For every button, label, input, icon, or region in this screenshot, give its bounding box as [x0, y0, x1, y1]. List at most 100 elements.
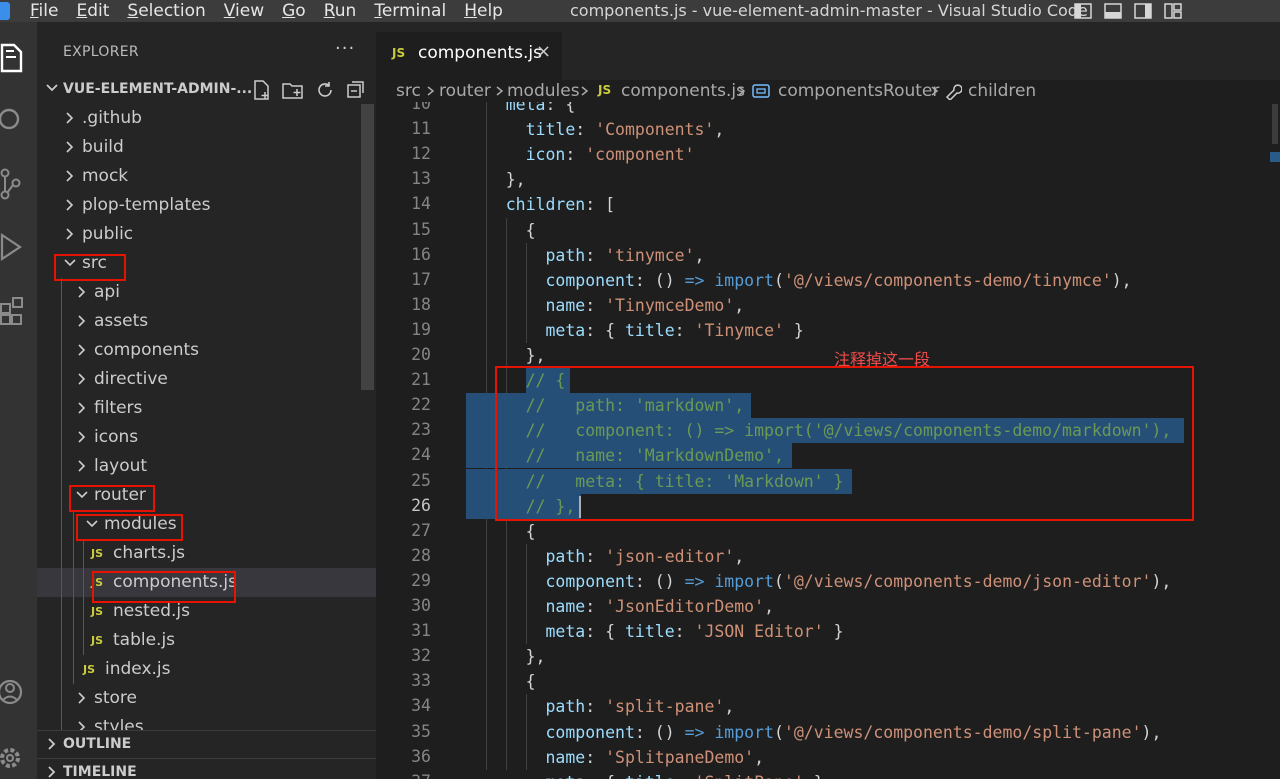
tree-item-components[interactable]: components	[37, 336, 376, 365]
code-line[interactable]: {	[466, 669, 536, 694]
collapse-all-icon[interactable]	[345, 79, 367, 101]
new-folder-icon[interactable]	[282, 79, 304, 101]
code-line[interactable]: path: 'split-pane',	[466, 694, 734, 719]
tree-item-mock[interactable]: mock	[37, 162, 376, 191]
code-editor[interactable]: 10 11 12 13 14 15 16 17 18 19 20 21 22 23 24 25 26 27 28 29…	[376, 102, 1270, 779]
toggle-secondary-sidebar-icon[interactable]	[1132, 1, 1154, 21]
menu-terminal[interactable]: Terminal	[374, 0, 446, 22]
tree-item--github[interactable]: .github	[37, 104, 376, 133]
code-line[interactable]: },	[466, 343, 546, 368]
code-line[interactable]: name: 'JsonEditorDemo',	[466, 594, 774, 619]
code-line[interactable]: // component: () => import('@/views/comp…	[466, 418, 1172, 443]
code-line[interactable]: meta: {	[466, 102, 576, 117]
code-line[interactable]: // path: 'markdown',	[466, 393, 745, 418]
breadcrumb-src[interactable]: src	[396, 80, 421, 102]
explorer-icon[interactable]	[0, 38, 37, 78]
search-icon[interactable]	[0, 100, 37, 140]
code-line[interactable]: children: [	[466, 192, 615, 217]
account-icon[interactable]	[0, 672, 37, 712]
code-line[interactable]: title: 'Components',	[466, 117, 725, 142]
refresh-icon[interactable]	[314, 79, 336, 101]
line-number: 35	[411, 721, 431, 741]
tree-item-api[interactable]: api	[37, 278, 376, 307]
tab-components-js[interactable]: JS components.js ×	[376, 32, 562, 80]
breadcrumb-modules[interactable]: modules	[507, 80, 580, 102]
tree-item-components-js[interactable]: JS components.js	[37, 568, 376, 597]
project-header[interactable]: VUE-ELEMENT-ADMIN-...	[37, 78, 376, 102]
code-line[interactable]: // },	[466, 494, 576, 519]
settings-gear-icon[interactable]	[0, 738, 37, 778]
chevron-down-icon	[86, 520, 98, 528]
sidebar-scrollbar[interactable]	[361, 104, 374, 390]
js-file-icon: JS	[91, 605, 104, 618]
more-actions-button[interactable]: ···	[335, 38, 355, 59]
menu-help[interactable]: Help	[464, 0, 503, 22]
new-file-icon[interactable]	[251, 79, 273, 101]
code-line[interactable]: component: () => import('@/views/compone…	[466, 720, 1161, 745]
code-line[interactable]: path: 'tinymce',	[466, 243, 704, 268]
code-line[interactable]: {	[466, 519, 536, 544]
code-line[interactable]: component: () => import('@/views/compone…	[466, 268, 1131, 293]
breadcrumb-router[interactable]: router	[439, 80, 491, 102]
code-line[interactable]: // name: 'MarkdownDemo',	[466, 443, 784, 468]
tree-item-label: api	[94, 282, 120, 302]
extensions-icon[interactable]	[0, 292, 37, 332]
breadcrumb-property[interactable]: children	[968, 80, 1036, 102]
source-control-icon[interactable]	[0, 164, 37, 204]
tree-item-filters[interactable]: filters	[37, 394, 376, 423]
tree-item-directive[interactable]: directive	[37, 365, 376, 394]
timeline-panel-header[interactable]: TIMELINE	[37, 758, 376, 779]
tree-item-assets[interactable]: assets	[37, 307, 376, 336]
code-line[interactable]: icon: 'component'	[466, 142, 695, 167]
tree-item-router[interactable]: router	[37, 481, 376, 510]
tree-item-build[interactable]: build	[37, 133, 376, 162]
tree-item-charts-js[interactable]: JS charts.js	[37, 539, 376, 568]
toggle-panel-icon[interactable]	[1102, 1, 1124, 21]
code-line[interactable]: meta: { title: 'SplitPane' }	[466, 770, 823, 779]
tree-item-store[interactable]: store	[37, 684, 376, 713]
code-line[interactable]: // meta: { title: 'Markdown' }	[466, 469, 844, 494]
tree-item-public[interactable]: public	[37, 220, 376, 249]
code-line[interactable]: meta: { title: 'Tinymce' }	[466, 318, 803, 343]
toggle-primary-sidebar-icon[interactable]	[1072, 1, 1094, 21]
code-token: {	[466, 521, 536, 541]
breadcrumb-file[interactable]: components.js	[621, 80, 745, 102]
tree-item-modules[interactable]: modules	[37, 510, 376, 539]
tree-item-label: router	[94, 485, 146, 505]
code-line[interactable]: },	[466, 644, 546, 669]
menu-file[interactable]: File	[30, 0, 58, 22]
tree-item-plop-templates[interactable]: plop-templates	[37, 191, 376, 220]
code-line[interactable]: component: () => import('@/views/compone…	[466, 569, 1171, 594]
code-line[interactable]: meta: { title: 'JSON Editor' }	[466, 619, 843, 644]
code-line[interactable]: name: 'SplitpaneDemo',	[466, 745, 764, 770]
breadcrumb-symbol[interactable]: componentsRouter	[778, 80, 939, 102]
menu-run[interactable]: Run	[324, 0, 357, 22]
editor-scrollbar[interactable]	[1270, 102, 1280, 779]
menu-selection[interactable]: Selection	[127, 0, 205, 22]
code-token: :	[674, 320, 695, 340]
close-icon[interactable]: ×	[536, 41, 551, 62]
tree-item-layout[interactable]: layout	[37, 452, 376, 481]
tree-item-icons[interactable]: icons	[37, 423, 376, 452]
tree-item-index-js[interactable]: JS index.js	[37, 655, 376, 684]
outline-panel-header[interactable]: OUTLINE	[37, 730, 376, 756]
menu-view[interactable]: View	[224, 0, 264, 22]
indent-guide	[61, 539, 62, 568]
menu-go[interactable]: Go	[282, 0, 306, 22]
code-line[interactable]: name: 'TinymceDemo',	[466, 293, 744, 318]
customize-layout-icon[interactable]	[1162, 1, 1184, 21]
chevron-right-icon	[581, 86, 589, 96]
code-line[interactable]: // {	[466, 368, 566, 393]
run-debug-icon[interactable]	[0, 228, 37, 268]
code-line[interactable]: {	[466, 218, 536, 243]
tree-item-label: mock	[82, 166, 129, 186]
code-line[interactable]: path: 'json-editor',	[466, 544, 744, 569]
code-line[interactable]: },	[466, 167, 526, 192]
menu-edit[interactable]: Edit	[76, 0, 109, 22]
tree-item-table-js[interactable]: JS table.js	[37, 626, 376, 655]
tree-item-nested-js[interactable]: JS nested.js	[37, 597, 376, 626]
tree-item-src[interactable]: src	[37, 249, 376, 278]
code-area[interactable]: meta: { title: 'Components', icon: 'comp…	[466, 102, 1266, 779]
